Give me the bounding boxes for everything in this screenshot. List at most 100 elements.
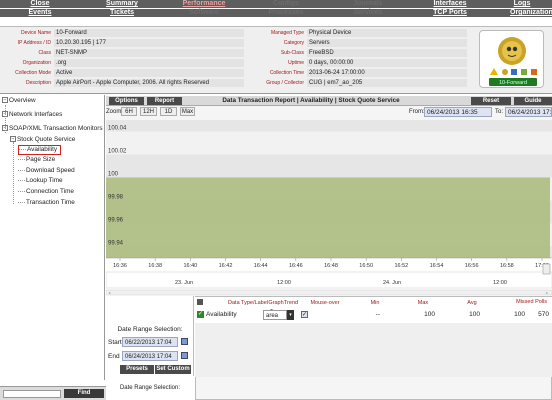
device-field-label: Collection Mode (15, 70, 51, 76)
zoom-label: Zoom (106, 109, 122, 115)
zoom-12h-button[interactable]: 12H (140, 107, 157, 116)
x-tick-label: 16:56 (465, 263, 479, 269)
find-bar: Find (0, 386, 106, 400)
tree-item-network-interfaces[interactable]: − Network Interfaces (2, 111, 62, 119)
device-field-value: Servers (307, 39, 467, 47)
tree-item-label: Availability (27, 146, 58, 153)
legend-panel (195, 376, 552, 400)
chart-header: Options Report Data Transaction Report |… (106, 96, 552, 106)
status-icons (490, 68, 537, 75)
menu-performance[interactable]: Performance (182, 0, 226, 8)
badge-device-name: 10-Forward (499, 80, 527, 86)
date-range-box: Date Range Selection: Start 06/22/2013 17:… (106, 296, 194, 376)
start-label: Start (108, 339, 122, 346)
device-field-value: .org (54, 59, 244, 67)
menu-tickets[interactable]: Tickets (100, 9, 144, 17)
tree-item-page-size[interactable]: Page Size (18, 156, 55, 164)
zoom-6h-button[interactable]: 6H (121, 107, 137, 116)
date-range-title: Date Range Selection: (117, 326, 183, 333)
end-date-input[interactable]: 06/24/2013 17:04 (122, 351, 178, 361)
tree-item-lookup-time[interactable]: Lookup Time (18, 177, 63, 185)
y-tick-label: 99.94 (108, 241, 124, 247)
device-field-label: Device Name (20, 30, 51, 36)
legend-header: Trend (283, 300, 299, 306)
date-range-title: Date Range Selection: (119, 385, 181, 391)
collapse-icon[interactable]: − (2, 97, 8, 104)
tree-item-availability[interactable]: Availability (18, 145, 62, 155)
tree-item-stock-quote-service[interactable]: − Stock Quote Service (10, 136, 75, 144)
legend-menu-icon[interactable] (197, 299, 203, 305)
calendar-icon[interactable] (181, 338, 188, 345)
x-tick-label: 16:50 (359, 263, 373, 269)
menu-tcp-ports[interactable]: TCP Ports (428, 9, 472, 17)
y-tick-label: 99.98 (108, 195, 124, 201)
tree-item-connection-time[interactable]: Connection Time (18, 188, 74, 196)
tree-item-overview[interactable]: − Overview (2, 97, 36, 105)
guide-button[interactable]: Guide (514, 97, 552, 105)
x-tick-label: 16:42 (219, 263, 233, 269)
y-tick-label: 100 (108, 172, 119, 178)
navigator[interactable] (105, 271, 552, 289)
y-tick-label: 100.04 (108, 126, 127, 132)
menu-interfaces[interactable]: Interfaces (428, 0, 472, 8)
device-field-label: Class (38, 50, 51, 56)
device-info-panel: Device Name 10-Forward IP Address / ID 10.2… (0, 26, 552, 94)
trend-checkbox[interactable]: ✓ (301, 311, 308, 318)
graph-type-select[interactable]: area (263, 310, 287, 320)
to-date-input[interactable]: 06/24/2013 17:00 (505, 107, 552, 117)
tree-item-label: Transaction Time (26, 199, 75, 206)
tree-guide-line (13, 142, 14, 204)
device-field-value: 2013-06-24 17:00:00 (307, 69, 467, 77)
menu-close[interactable]: Close (18, 0, 62, 8)
navigator-scrollbar[interactable] (105, 289, 552, 296)
tree-item-soap-xml-transaction-monitors[interactable]: − SOAP/XML Transaction Monitors (2, 125, 103, 133)
legend-series-label: Availability (206, 311, 237, 318)
device-field-value: CUG | em7_ao_205 (307, 79, 467, 87)
menu-organization[interactable]: Organization (510, 9, 552, 17)
x-tick-label: 16:54 (430, 263, 444, 269)
to-label: To: (495, 109, 504, 115)
device-field-value: FreeBSD (307, 49, 467, 57)
navigator-label: 24. Jun (383, 280, 401, 286)
tree-item-download-speed[interactable]: Download Speed (18, 167, 75, 175)
menu-software: Software (189, 9, 219, 16)
chart-title: Data Transaction Report | Availability |… (222, 97, 400, 104)
top-menu: Close Summary Performance Configs Journals In… (0, 0, 552, 17)
x-tick-label: 16:38 (148, 263, 162, 269)
y-tick-label: 100.02 (108, 149, 127, 155)
tree-branch-icon (18, 179, 25, 181)
legend-box: Data Type/LabelGraph TypeTrendMouse-over… (195, 296, 552, 377)
zoom-1d-button[interactable]: 1D (160, 107, 177, 116)
series-visible-checkbox[interactable]: ✓ (197, 311, 204, 318)
device-field-label: Managed Type (271, 30, 304, 36)
menu-events[interactable]: Events (18, 9, 62, 17)
dropdown-arrow-icon[interactable]: ▾ (287, 310, 294, 320)
start-date-input[interactable]: 06/22/2013 17:04 (122, 337, 178, 347)
tree-item-transaction-time[interactable]: Transaction Time (18, 199, 75, 207)
legend-header: Avg (467, 300, 477, 306)
presets-button[interactable]: Presets (120, 365, 154, 374)
navigator-handle[interactable] (542, 263, 551, 275)
tree-branch-icon (18, 169, 25, 171)
device-field-value: 10-Forward (54, 29, 244, 37)
device-field-value: Active (54, 69, 244, 77)
options-button[interactable]: Options (109, 97, 144, 105)
legend-avg-value: 100 (514, 311, 525, 318)
menu-logs[interactable]: Logs (510, 0, 534, 8)
find-button[interactable]: Find (64, 389, 104, 398)
menu-journals: Journals (353, 0, 383, 7)
device-field-label: Organization (22, 60, 51, 66)
end-label: End (108, 353, 120, 360)
window: Close Summary Performance Configs Journals In… (0, 0, 552, 400)
find-input[interactable] (3, 390, 61, 398)
device-status-graphic: 10-Forward (489, 37, 537, 86)
reset-button[interactable]: Reset (471, 97, 511, 105)
menu-summary[interactable]: Summary (100, 0, 144, 8)
menu-processes: Processes (268, 9, 304, 16)
device-field-label: Sub-Class (280, 50, 304, 56)
from-date-input[interactable]: 06/24/2013 16:35 (424, 107, 492, 117)
calendar-icon[interactable] (181, 352, 188, 359)
zoom-max-button[interactable]: Max (180, 107, 195, 116)
set-custom-button[interactable]: Set Custom (155, 365, 191, 374)
report-button[interactable]: Report (147, 97, 182, 105)
